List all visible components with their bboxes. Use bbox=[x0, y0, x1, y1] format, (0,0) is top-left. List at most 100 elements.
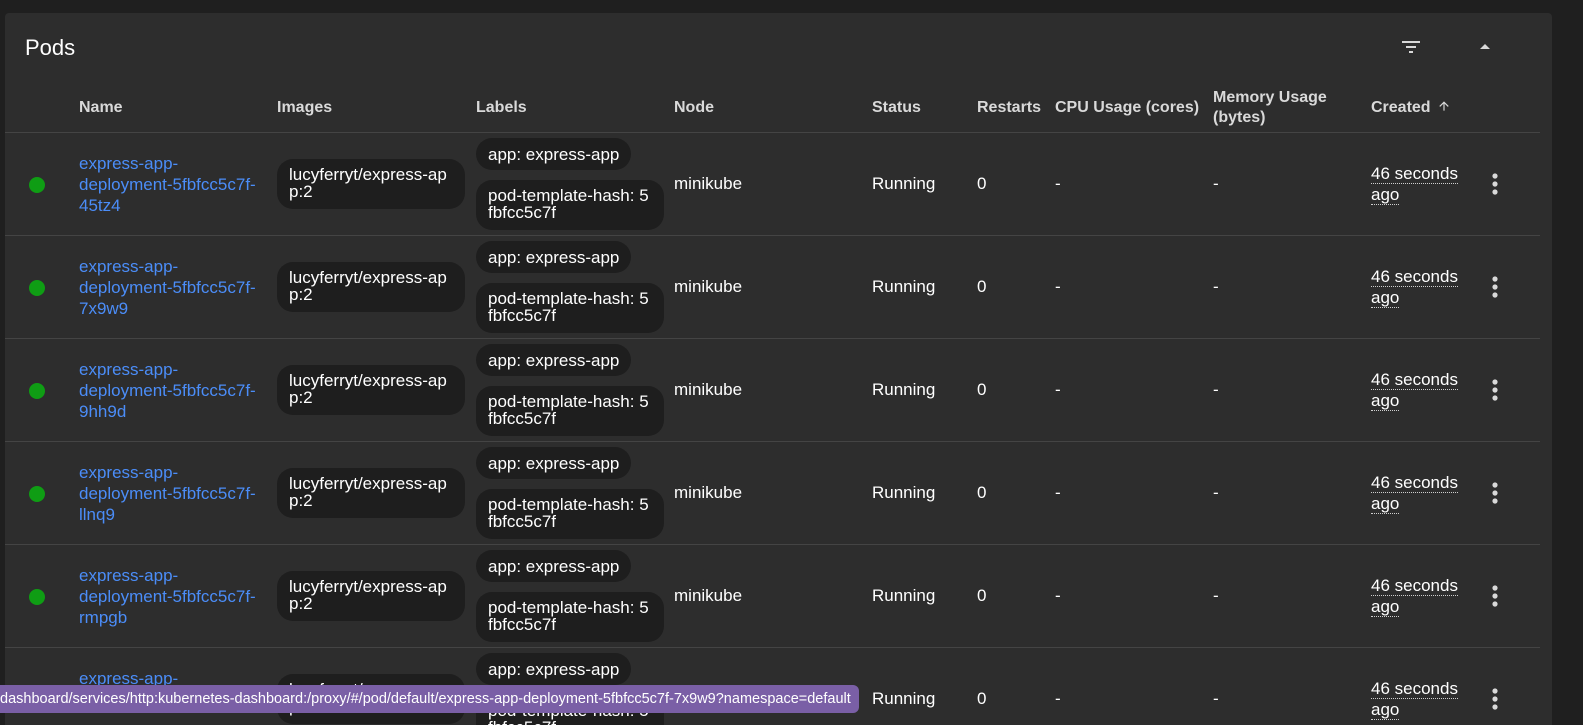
pod-name-link[interactable]: express-app- deployment-5fbfcc5c7f- llnq… bbox=[79, 462, 269, 525]
column-header-restarts: Restarts bbox=[977, 99, 1042, 116]
created-cell: 46 seconds ago bbox=[1371, 163, 1471, 205]
pods-table: Name Images Labels Node Status Restarts … bbox=[5, 85, 1540, 725]
arrow-drop-up-icon[interactable] bbox=[1471, 33, 1499, 61]
image-chip-line: lucyferryt/express-ap bbox=[289, 371, 447, 390]
pods-card: Pods Name Images Labels Node Status Rest… bbox=[5, 13, 1552, 725]
cpu-usage-cell: - bbox=[1055, 380, 1061, 399]
table-row: express-app- deployment-5fbfcc5c7f- 9hh9… bbox=[5, 339, 1540, 442]
status-running-icon bbox=[29, 589, 45, 605]
pod-name-line: express-app- bbox=[79, 154, 179, 173]
created-cell: 46 seconds ago bbox=[1371, 369, 1471, 411]
more-vert-icon[interactable] bbox=[1485, 377, 1505, 403]
label-chip-pod-template-hash: pod-template-hash: 5 fbfcc5c7f bbox=[476, 592, 664, 642]
column-header-created[interactable]: Created bbox=[1371, 98, 1451, 119]
label-chip-app: app: express-app bbox=[476, 344, 632, 376]
label-chip-line: pod-template-hash: 5 bbox=[488, 392, 649, 411]
image-chip-line: p:2 bbox=[289, 491, 313, 510]
node-cell: minikube bbox=[674, 380, 743, 399]
image-chip-line: p:2 bbox=[289, 285, 313, 304]
created-line: ago bbox=[1371, 185, 1400, 205]
table-header: Name Images Labels Node Status Restarts … bbox=[5, 85, 1540, 133]
created-line: 46 seconds bbox=[1371, 267, 1458, 287]
status-cell: Running bbox=[872, 689, 936, 708]
pod-name-line: deployment-5fbfcc5c7f- bbox=[79, 175, 256, 194]
status-cell: Running bbox=[872, 586, 936, 605]
more-vert-icon[interactable] bbox=[1485, 171, 1505, 197]
image-chip-line: p:2 bbox=[289, 182, 313, 201]
column-header-cpu: CPU Usage (cores) bbox=[1055, 99, 1200, 116]
memory-usage-cell: - bbox=[1213, 586, 1219, 605]
more-vert-icon[interactable] bbox=[1485, 583, 1505, 609]
filter-list-icon[interactable] bbox=[1397, 33, 1425, 61]
label-chip-app: app: express-app bbox=[476, 241, 632, 273]
column-header-status[interactable]: Status bbox=[872, 98, 921, 118]
image-chip-line: lucyferryt/express-ap bbox=[289, 268, 447, 287]
status-running-icon bbox=[29, 177, 45, 193]
status-cell: Running bbox=[872, 380, 936, 399]
pod-name-line: rmpgb bbox=[79, 608, 128, 627]
label-chip-line: fbfcc5c7f bbox=[488, 306, 557, 325]
page-scrollbar[interactable] bbox=[1567, 0, 1583, 725]
created-cell: 46 seconds ago bbox=[1371, 472, 1471, 514]
image-chip: lucyferryt/express-ap p:2 bbox=[277, 468, 465, 518]
pods-card-header: Pods bbox=[5, 13, 1552, 85]
more-vert-icon[interactable] bbox=[1485, 480, 1505, 506]
arrow-upward-icon[interactable] bbox=[1437, 99, 1451, 119]
created-line: ago bbox=[1371, 391, 1400, 411]
label-chip-pod-template-hash: pod-template-hash: 5 fbfcc5c7f bbox=[476, 489, 664, 539]
more-vert-icon[interactable] bbox=[1485, 274, 1505, 300]
image-chip-line: lucyferryt/express-ap bbox=[289, 165, 447, 184]
node-cell: minikube bbox=[674, 483, 743, 502]
restarts-cell: 0 bbox=[977, 483, 987, 502]
pod-name-link[interactable]: express-app- deployment-5fbfcc5c7f- rmpg… bbox=[79, 565, 269, 628]
image-chip: lucyferryt/express-ap p:2 bbox=[277, 159, 465, 209]
created-line: ago bbox=[1371, 700, 1400, 720]
memory-usage-cell: - bbox=[1213, 277, 1219, 296]
label-chip-app: app: express-app bbox=[476, 447, 632, 479]
column-header-memory-line1: Memory Usage bbox=[1213, 89, 1327, 106]
node-cell: minikube bbox=[674, 174, 743, 193]
restarts-cell: 0 bbox=[977, 277, 987, 296]
pod-name-line: deployment-5fbfcc5c7f- bbox=[79, 484, 256, 503]
created-cell: 46 seconds ago bbox=[1371, 575, 1471, 617]
status-cell: Running bbox=[872, 277, 936, 296]
column-header-images: Images bbox=[277, 99, 333, 116]
card-title: Pods bbox=[25, 35, 76, 60]
table-row: express-app- deployment-5fbfcc5c7f- 7x9w… bbox=[5, 236, 1540, 339]
pod-name-line: llnq9 bbox=[79, 505, 115, 524]
cpu-usage-cell: - bbox=[1055, 586, 1061, 605]
pod-name-line: deployment-5fbfcc5c7f- bbox=[79, 278, 256, 297]
node-cell: minikube bbox=[674, 277, 743, 296]
cpu-usage-cell: - bbox=[1055, 277, 1061, 296]
image-chip-line: lucyferryt/express-ap bbox=[289, 577, 447, 596]
label-chip-app: app: express-app bbox=[476, 653, 632, 685]
label-chip-pod-template-hash: pod-template-hash: 5 fbfcc5c7f bbox=[476, 180, 664, 230]
pod-name-line: express-app- bbox=[79, 257, 179, 276]
restarts-cell: 0 bbox=[977, 380, 987, 399]
pod-name-line: express-app- bbox=[79, 360, 179, 379]
label-chip-line: fbfcc5c7f bbox=[488, 203, 557, 222]
created-cell: 46 seconds ago bbox=[1371, 266, 1471, 308]
pod-name-line: 45tz4 bbox=[79, 196, 121, 215]
pod-name-link[interactable]: express-app- deployment-5fbfcc5c7f- 9hh9… bbox=[79, 359, 269, 422]
restarts-cell: 0 bbox=[977, 586, 987, 605]
pod-name-link[interactable]: express-app- deployment-5fbfcc5c7f- 7x9w… bbox=[79, 256, 269, 319]
pod-name-line: deployment-5fbfcc5c7f- bbox=[79, 381, 256, 400]
more-vert-icon[interactable] bbox=[1485, 686, 1505, 712]
label-chip-line: fbfcc5c7f bbox=[488, 409, 557, 428]
restarts-cell: 0 bbox=[977, 689, 987, 708]
column-header-labels: Labels bbox=[476, 99, 527, 116]
created-line: 46 seconds bbox=[1371, 370, 1458, 390]
label-chip-app: app: express-app bbox=[476, 138, 632, 170]
cpu-usage-cell: - bbox=[1055, 174, 1061, 193]
pod-name-link[interactable]: express-app- deployment-5fbfcc5c7f- 45tz… bbox=[79, 153, 269, 216]
column-header-node[interactable]: Node bbox=[674, 98, 714, 118]
column-header-name[interactable]: Name bbox=[79, 98, 123, 118]
pod-name-line: deployment-5fbfcc5c7f- bbox=[79, 587, 256, 606]
status-cell: Running bbox=[872, 483, 936, 502]
status-running-icon bbox=[29, 383, 45, 399]
label-chip-line: pod-template-hash: 5 bbox=[488, 289, 649, 308]
created-line: 46 seconds bbox=[1371, 576, 1458, 596]
created-line: 46 seconds bbox=[1371, 164, 1458, 184]
label-chip-pod-template-hash: pod-template-hash: 5 fbfcc5c7f bbox=[476, 283, 664, 333]
